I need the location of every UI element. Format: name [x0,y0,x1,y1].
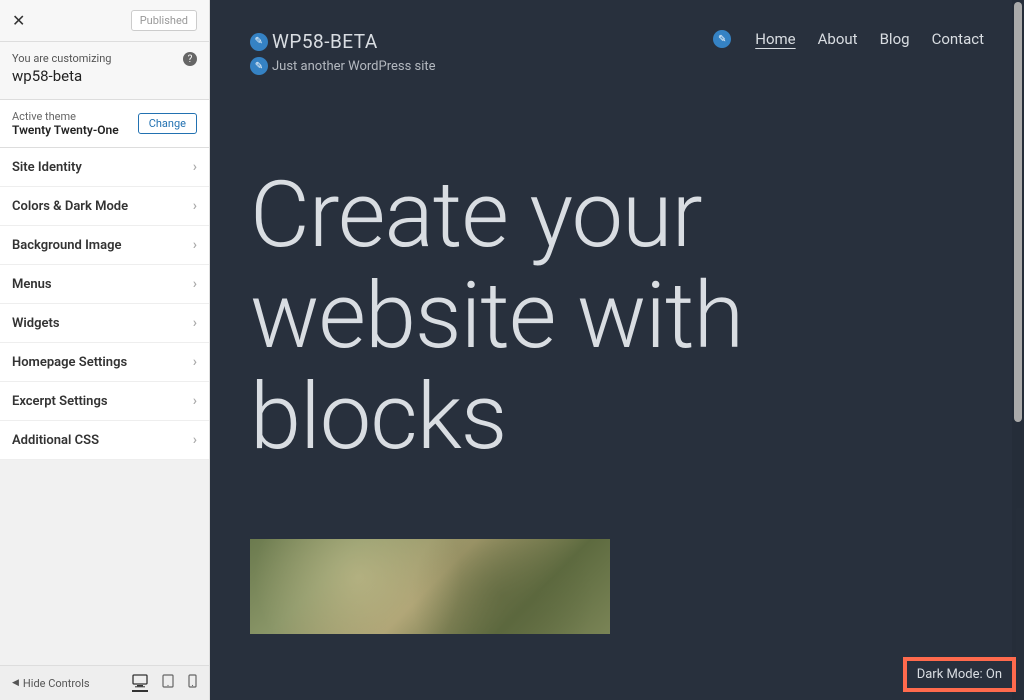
dark-mode-toggle[interactable]: Dark Mode: On [903,657,1016,692]
triangle-left-icon: ◀ [12,678,19,688]
customizer-sidebar: ✕ Published You are customizing wp58-bet… [0,0,210,700]
chevron-right-icon: › [193,315,197,331]
preview-pane: ✎ WP58-BETA ✎ Just another WordPress sit… [210,0,1024,700]
pencil-icon[interactable]: ✎ [250,57,268,75]
chevron-right-icon: › [193,159,197,175]
chevron-right-icon: › [193,276,197,292]
nav-contact[interactable]: Contact [932,30,984,48]
published-badge: Published [131,10,197,31]
section-label: Additional CSS [12,433,99,448]
hero-image [250,539,610,634]
section-label: Background Image [12,238,121,253]
pencil-icon[interactable]: ✎ [250,33,268,51]
hide-controls-label: Hide Controls [23,677,90,690]
section-label: Widgets [12,316,60,331]
panel-info: You are customizing wp58-beta ? [0,42,209,100]
hero-title: Create your website with blocks [250,165,984,469]
active-theme-label: Active theme [12,110,119,123]
site-tagline-text: Just another WordPress site [272,59,436,74]
section-excerpt-settings[interactable]: Excerpt Settings › [0,382,209,421]
section-background-image[interactable]: Background Image › [0,226,209,265]
primary-nav: ✎ Home About Blog Contact [713,30,984,48]
section-label: Menus [12,277,52,292]
chevron-right-icon: › [193,393,197,409]
scrollbar[interactable] [1012,0,1024,700]
section-menus[interactable]: Menus › [0,265,209,304]
site-header: ✎ WP58-BETA ✎ Just another WordPress sit… [250,30,984,75]
pencil-icon[interactable]: ✎ [713,30,731,48]
section-homepage-settings[interactable]: Homepage Settings › [0,343,209,382]
site-identity: ✎ WP58-BETA ✎ Just another WordPress sit… [250,30,436,75]
chevron-right-icon: › [193,432,197,448]
tablet-icon[interactable] [162,674,174,692]
close-icon[interactable]: ✕ [12,11,25,30]
section-label: Colors & Dark Mode [12,199,128,214]
site-title-text: WP58-BETA [272,30,378,53]
customizing-label: You are customizing [12,52,197,65]
hide-controls-button[interactable]: ◀ Hide Controls [12,677,90,690]
active-theme-name: Twenty Twenty-One [12,123,119,137]
site-name: wp58-beta [12,67,197,85]
panel-header: ✕ Published [0,0,209,42]
chevron-right-icon: › [193,198,197,214]
desktop-icon[interactable] [132,674,148,692]
chevron-right-icon: › [193,354,197,370]
section-label: Excerpt Settings [12,394,108,409]
active-theme-row: Active theme Twenty Twenty-One Change [0,100,209,148]
chevron-right-icon: › [193,237,197,253]
help-icon[interactable]: ? [183,52,197,66]
site-title: ✎ WP58-BETA [250,30,436,53]
section-label: Site Identity [12,160,82,175]
change-theme-button[interactable]: Change [138,113,197,134]
section-site-identity[interactable]: Site Identity › [0,148,209,187]
nav-home[interactable]: Home [755,30,795,48]
section-label: Homepage Settings [12,355,127,370]
scrollbar-thumb[interactable] [1014,2,1022,422]
section-widgets[interactable]: Widgets › [0,304,209,343]
section-colors-dark-mode[interactable]: Colors & Dark Mode › [0,187,209,226]
mobile-icon[interactable] [188,674,197,692]
section-list: Site Identity › Colors & Dark Mode › Backg… [0,148,209,460]
sidebar-footer: ◀ Hide Controls [0,665,209,700]
nav-blog[interactable]: Blog [880,30,910,48]
section-additional-css[interactable]: Additional CSS › [0,421,209,460]
device-icons [132,674,197,692]
site-tagline: ✎ Just another WordPress site [250,57,436,75]
nav-about[interactable]: About [818,30,858,48]
